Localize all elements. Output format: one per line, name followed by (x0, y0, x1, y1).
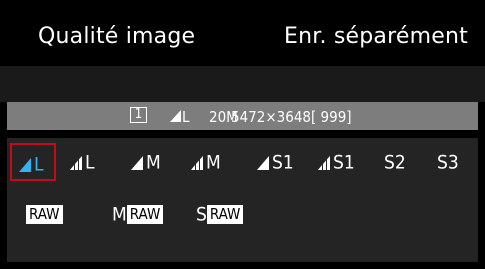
option-label: M (146, 151, 161, 174)
raw-badge: RAW (206, 205, 244, 224)
quality-option-medium-normal[interactable]: M (190, 145, 221, 179)
menu-header: Qualité image Enr. séparément (0, 0, 485, 66)
option-label: S1 (272, 151, 294, 174)
option-label: M (206, 151, 221, 174)
quality-option-raw[interactable]: RAW (26, 197, 63, 231)
raw-badge: RAW (126, 205, 164, 224)
normal-quality-icon (191, 155, 203, 170)
fine-quality-icon (257, 155, 269, 170)
camera-menu-screen: Qualité image Enr. séparément 1 L 20M 54… (0, 0, 485, 269)
info-quality-label: L (182, 108, 190, 126)
info-shots-remaining: [ 999] (311, 108, 352, 126)
info-quality: L (169, 106, 190, 128)
quality-option-sraw[interactable]: S RAW (196, 197, 244, 231)
quality-option-large-fine[interactable]: L (10, 143, 56, 181)
fine-quality-icon (131, 155, 143, 170)
normal-quality-icon (70, 155, 82, 170)
raw-prefix: M (112, 203, 127, 226)
fine-quality-icon (19, 157, 31, 172)
raw-badge: RAW (26, 205, 63, 224)
option-label: S3 (437, 151, 459, 174)
option-label: S2 (384, 151, 406, 174)
quality-option-small2[interactable]: S2 (384, 145, 406, 179)
info-resolution: 5472×3648 (231, 108, 311, 126)
quality-option-small1-fine[interactable]: S1 (256, 145, 294, 179)
header-divider-band (0, 66, 485, 102)
quality-option-mraw[interactable]: M RAW (112, 197, 164, 231)
quality-option-large-normal[interactable]: L (69, 145, 95, 179)
recording-mode-value: Enr. séparément (284, 24, 468, 49)
fine-quality-icon (170, 110, 181, 122)
option-label: L (34, 153, 44, 176)
option-label: L (85, 151, 95, 174)
quality-option-medium-fine[interactable]: M (130, 145, 161, 179)
normal-quality-icon (318, 155, 330, 170)
card-slot-icon: 1 (130, 107, 147, 123)
raw-prefix: S (196, 203, 207, 226)
quality-option-small3[interactable]: S3 (437, 145, 459, 179)
option-label: S1 (333, 151, 355, 174)
quality-option-small1-normal[interactable]: S1 (317, 145, 355, 179)
menu-title: Qualité image (38, 24, 196, 49)
